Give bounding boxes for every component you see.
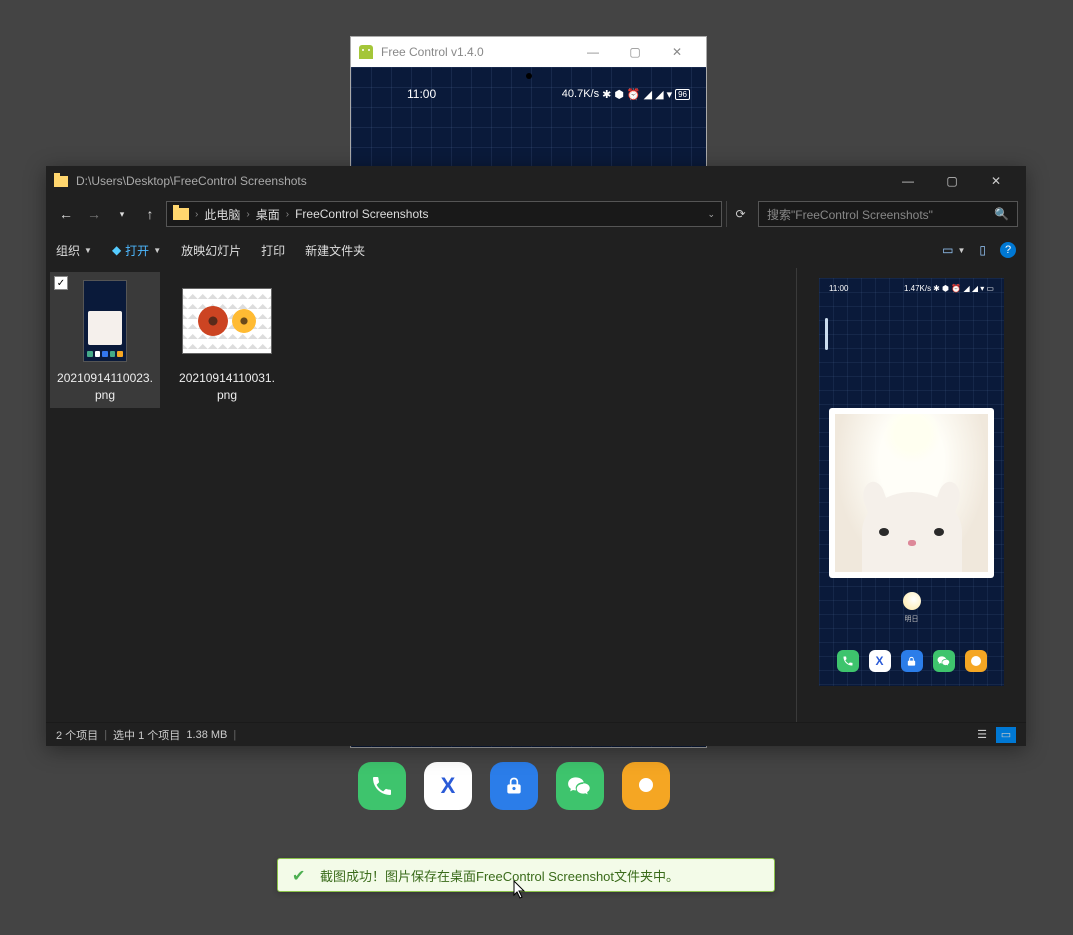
nav-back-button[interactable]: ← <box>54 202 78 226</box>
search-icon: 🔍 <box>994 207 1009 221</box>
caret-down-icon: ▼ <box>84 246 92 255</box>
file-thumbnail <box>182 276 272 366</box>
android-icon <box>359 45 373 59</box>
breadcrumb-desktop[interactable]: 桌面 <box>256 206 280 223</box>
phone-dock: X <box>358 762 670 810</box>
addr-dropdown-icon[interactable]: ⌄ <box>707 209 715 220</box>
toolbar-open[interactable]: ◆ 打开 ▼ <box>112 242 161 259</box>
status-size: 1.38 MB <box>186 729 227 741</box>
dock-app-lock[interactable] <box>490 762 538 810</box>
check-icon: ✔ <box>292 866 310 884</box>
preview-status-right: 1.47K/s <box>904 284 931 293</box>
toolbar-print[interactable]: 打印 <box>261 242 285 259</box>
toolbar-view-button[interactable]: ▭ ▼ <box>942 243 965 257</box>
breadcrumb-chevron-icon: › <box>195 209 198 220</box>
preview-image: 11:00 1.47K/s ✱ ⬢ ⏰ ◢ ◢ ▾ ▭ <box>819 278 1004 686</box>
status-count: 2 个项目 <box>56 727 98 743</box>
preview-widget: 明日 <box>877 592 947 642</box>
dock-app-wechat[interactable] <box>556 762 604 810</box>
explorer-maximize-button[interactable]: ▢ <box>930 166 974 196</box>
explorer-statusbar: 2 个项目 | 选中 1 个项目 1.38 MB | ☰ ▭ <box>46 722 1026 746</box>
status-time: 11:00 <box>407 87 436 101</box>
explorer-body: ✓ 20210914110023.png 20210914110031.pn <box>46 268 1026 722</box>
close-button[interactable]: ✕ <box>656 38 698 66</box>
file-thumbnail <box>60 276 150 366</box>
status-selected: 选中 1 个项目 <box>113 727 180 743</box>
toolbar-slideshow[interactable]: 放映幻灯片 <box>181 242 241 259</box>
refresh-button[interactable]: ⟳ <box>726 201 754 227</box>
help-button[interactable]: ? <box>1000 242 1016 258</box>
explorer-titlebar[interactable]: D:\Users\Desktop\FreeControl Screenshots… <box>46 166 1026 196</box>
preview-app-x-icon: X <box>869 650 891 672</box>
view-details-icon[interactable]: ☰ <box>972 727 992 743</box>
view-thumbnails-icon[interactable]: ▭ <box>996 727 1016 743</box>
diamond-icon: ◆ <box>112 243 121 257</box>
search-input[interactable]: 搜索"FreeControl Screenshots" 🔍 <box>758 201 1018 227</box>
file-item[interactable]: ✓ 20210914110023.png <box>50 272 160 408</box>
checkbox-icon[interactable]: ✓ <box>54 276 68 290</box>
bluetooth-icon: ✱ <box>602 88 611 101</box>
toolbar-preview-button[interactable]: ▯ <box>979 243 986 257</box>
breadcrumb-root[interactable]: 此电脑 <box>204 206 240 223</box>
explorer-navrow: ← → ▾ ↑ › 此电脑 › 桌面 › FreeControl Screens… <box>46 196 1026 232</box>
file-item[interactable]: 20210914110031.png <box>172 272 282 408</box>
preview-indicator <box>825 318 828 350</box>
wifi-icon: ▾ <box>667 88 673 101</box>
cursor-icon <box>512 880 528 900</box>
file-name: 20210914110023.png <box>54 370 156 404</box>
alarm-icon: ⏰ <box>627 88 641 101</box>
explorer-toolbar: 组织▼ ◆ 打开 ▼ 放映幻灯片 打印 新建文件夹 ▭ ▼ ▯ ? <box>46 232 1026 268</box>
toast-message: 截图成功！图片保存在桌面FreeControl Screenshot文件夹中。 <box>320 866 679 885</box>
caret-down-icon: ▼ <box>153 246 161 255</box>
breadcrumb-chevron-icon: › <box>286 209 289 220</box>
preview-pane: 11:00 1.47K/s ✱ ⬢ ⏰ ◢ ◢ ▾ ▭ <box>796 268 1026 722</box>
addr-folder-icon <box>173 208 189 220</box>
nav-forward-button[interactable]: → <box>82 202 106 226</box>
freecontrol-titlebar[interactable]: Free Control v1.4.0 — ▢ ✕ <box>351 37 706 67</box>
dock-app-x[interactable]: X <box>424 762 472 810</box>
preview-app-chat-icon <box>965 650 987 672</box>
explorer-close-button[interactable]: ✕ <box>974 166 1018 196</box>
signal-icon-2: ◢ <box>655 88 663 101</box>
preview-dock: X <box>819 650 1004 672</box>
explorer-title: D:\Users\Desktop\FreeControl Screenshots <box>76 174 307 188</box>
file-name: 20210914110031.png <box>176 370 278 404</box>
preview-app-phone-icon <box>837 650 859 672</box>
minimize-button[interactable]: — <box>572 38 614 66</box>
freecontrol-title: Free Control v1.4.0 <box>381 45 484 59</box>
phone-notch <box>526 73 532 79</box>
battery-icon: 96 <box>675 89 690 100</box>
preview-status-icons: ✱ ⬢ ⏰ ◢ ◢ ▾ ▭ <box>933 284 994 293</box>
dock-app-phone[interactable] <box>358 762 406 810</box>
explorer-minimize-button[interactable]: — <box>886 166 930 196</box>
maximize-button[interactable]: ▢ <box>614 38 656 66</box>
folder-icon <box>54 176 68 187</box>
toolbar-newfolder[interactable]: 新建文件夹 <box>305 242 365 259</box>
breadcrumb-chevron-icon: › <box>246 209 249 220</box>
file-list[interactable]: ✓ 20210914110023.png 20210914110031.pn <box>46 268 796 722</box>
nav-up-button[interactable]: ↑ <box>138 202 162 226</box>
phone-statusbar: 11:00 40.7K/s ✱ ⬢ ⏰ ◢ ◢ ▾ 96 <box>351 87 706 101</box>
breadcrumb-folder[interactable]: FreeControl Screenshots <box>295 207 428 221</box>
search-placeholder: 搜索"FreeControl Screenshots" <box>767 206 933 223</box>
android-status-icon: ⬢ <box>614 88 624 101</box>
preview-app-lock-icon <box>901 650 923 672</box>
signal-icon: ◢ <box>644 88 652 101</box>
nav-history-dropdown[interactable]: ▾ <box>110 202 134 226</box>
status-netspeed: 40.7K/s <box>562 88 599 100</box>
address-bar[interactable]: › 此电脑 › 桌面 › FreeControl Screenshots ⌄ <box>166 201 722 227</box>
dock-app-chat[interactable] <box>622 762 670 810</box>
explorer-window: D:\Users\Desktop\FreeControl Screenshots… <box>46 166 1026 746</box>
preview-status-time: 11:00 <box>829 284 848 293</box>
toolbar-organize[interactable]: 组织▼ <box>56 242 92 259</box>
preview-app-wechat-icon <box>933 650 955 672</box>
preview-photo-card <box>829 408 994 578</box>
